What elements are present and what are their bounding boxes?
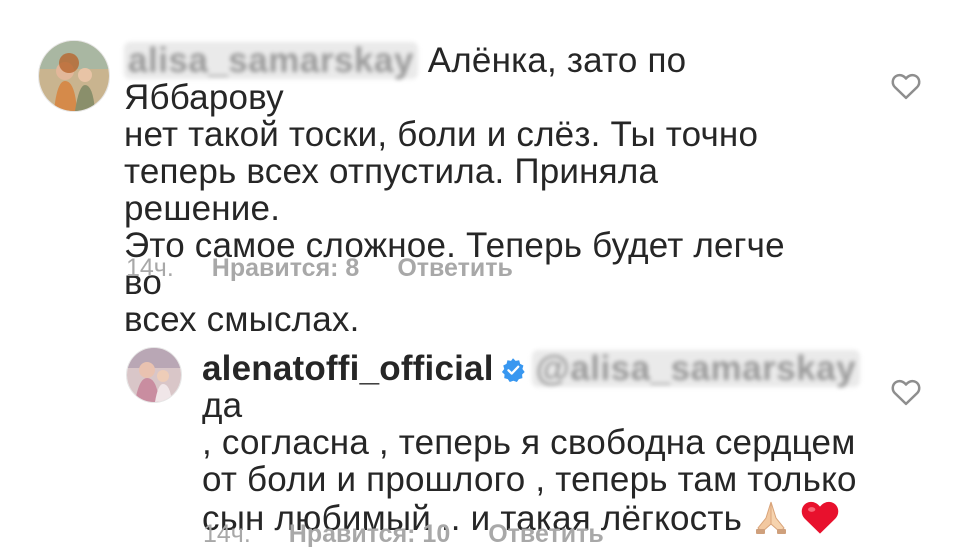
comment-line: нет такой тоски, боли и слёз. Ты точно	[124, 115, 759, 154]
timestamp: 14ч.	[126, 254, 174, 282]
avatar-photo	[127, 348, 181, 402]
reply-avatar[interactable]	[126, 347, 182, 403]
praying-hands-emoji	[752, 498, 790, 543]
hidden-username[interactable]: alisa_samarskay	[124, 42, 418, 79]
reply-button[interactable]: Ответить	[488, 520, 604, 548]
reply-button[interactable]: Ответить	[397, 254, 513, 282]
comment-line: теперь всех отпустила. Приняла решение.	[124, 152, 659, 228]
comment-2-text: alenatoffi_official @alisa_samarskay да ,…	[202, 350, 882, 543]
comment-line: , согласна , теперь я свободна сердцем	[202, 423, 856, 462]
verified-badge-icon	[500, 353, 526, 383]
avatar-photo	[39, 41, 109, 111]
reply-username[interactable]: alenatoffi_official	[202, 349, 494, 388]
comment-line: от боли и прошлого , теперь там только	[202, 460, 857, 499]
comment-line: всех смыслах.	[124, 300, 360, 339]
comment-2-meta: 14ч. Нравится: 10 Ответить	[203, 520, 642, 549]
likes-count-button[interactable]: Нравится: 10	[289, 520, 450, 548]
commenter-avatar[interactable]	[38, 40, 110, 112]
comment-1-meta: 14ч. Нравится: 8 Ответить	[126, 254, 551, 283]
heart-icon[interactable]	[891, 72, 921, 100]
comment-line: да	[202, 386, 243, 425]
likes-count-button[interactable]: Нравится: 8	[212, 254, 360, 282]
heart-icon[interactable]	[891, 378, 921, 406]
timestamp: 14ч.	[203, 520, 251, 548]
red-heart-emoji	[800, 498, 840, 543]
comment-1-text: alisa_samarskay Алёнка, зато по Яббарову…	[124, 42, 824, 338]
hidden-mention[interactable]: @alisa_samarskay	[531, 350, 861, 387]
